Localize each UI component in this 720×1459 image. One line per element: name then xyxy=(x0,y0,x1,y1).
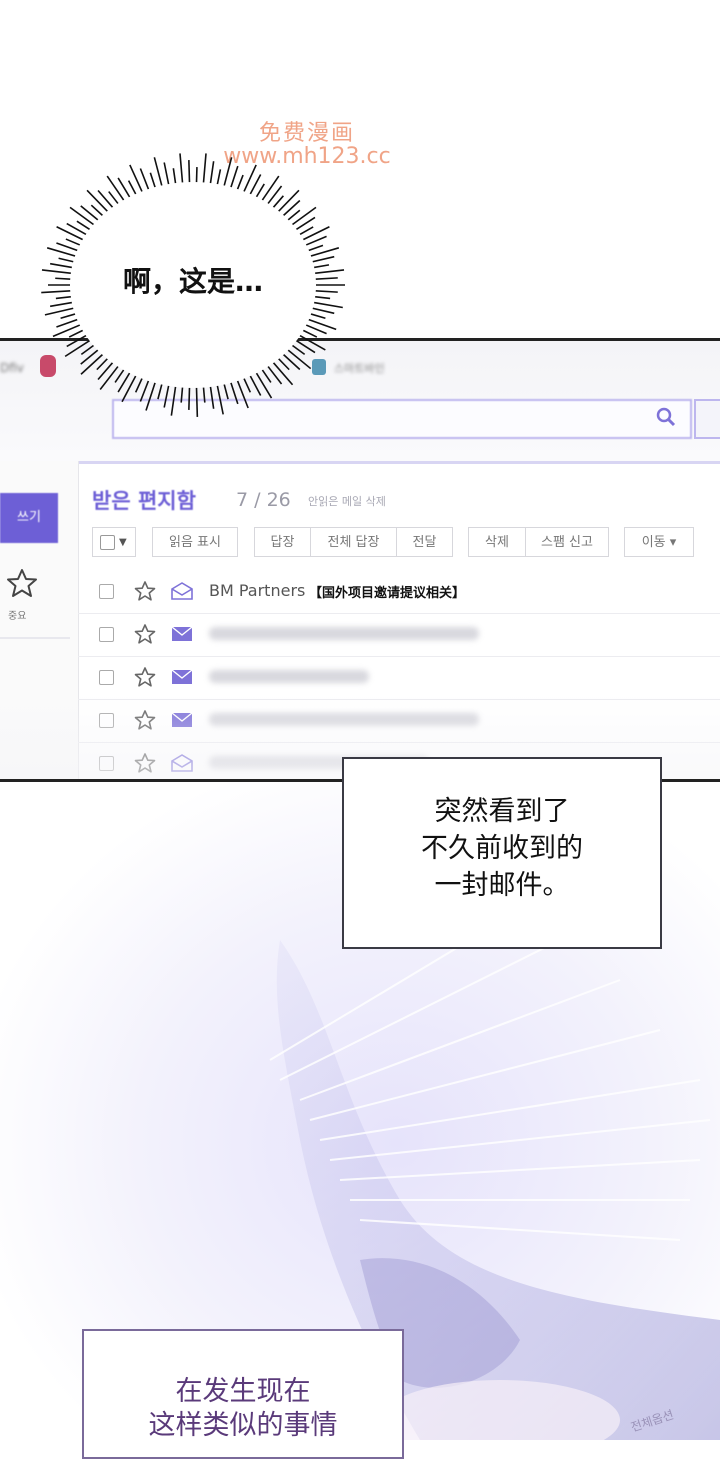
burst-ray xyxy=(56,226,86,242)
mail-subject: 【国外项目邀请提议相关】 xyxy=(309,586,466,601)
open-envelope-icon xyxy=(171,582,193,600)
burst-ray xyxy=(179,153,184,186)
burst-ray xyxy=(229,165,239,191)
burst-ray xyxy=(222,157,233,189)
burst-ray xyxy=(86,189,110,214)
burst-ray xyxy=(260,175,280,203)
checkbox-icon xyxy=(100,535,115,550)
narration-line: 在发生现在 xyxy=(175,1376,311,1407)
inbox-title: 받은 편지함 xyxy=(92,489,196,513)
burst-ray xyxy=(254,370,273,399)
burst-ray xyxy=(139,377,151,402)
narration-text: 突然看到了 不久前收到的 一封邮件。 xyxy=(344,793,660,904)
burst-ray xyxy=(80,352,106,375)
important-star-icon[interactable] xyxy=(6,567,38,599)
burst-ray xyxy=(280,199,301,218)
burst-ray xyxy=(64,338,93,358)
star-icon[interactable] xyxy=(134,623,156,645)
important-label: 중요 xyxy=(8,611,27,622)
burst-ray xyxy=(289,206,317,227)
burst-ray xyxy=(97,190,116,210)
burst-ray xyxy=(139,168,151,193)
burst-ray xyxy=(202,153,207,186)
chevron-down-icon: ▼ xyxy=(119,537,127,548)
burst-ray xyxy=(49,301,75,308)
narration-line: 一封邮件。 xyxy=(434,870,570,901)
burst-ray xyxy=(280,352,301,371)
delete-button[interactable]: 삭제 xyxy=(468,527,526,557)
star-icon[interactable] xyxy=(134,666,156,688)
burst-ray xyxy=(285,347,312,370)
burst-ray xyxy=(265,363,283,385)
burst-ray xyxy=(293,216,316,232)
inbox-count: 7 / 26 xyxy=(236,489,291,511)
burst-ray xyxy=(300,226,330,242)
burst-ray xyxy=(80,205,101,223)
delete-unread-link[interactable]: 안읽은 메일 삭제 xyxy=(308,493,386,509)
burst-ray xyxy=(153,157,164,189)
burst-ray xyxy=(216,382,224,415)
envelope-icon xyxy=(171,626,193,641)
burst-ray xyxy=(80,347,101,365)
burst-ray xyxy=(209,161,215,187)
burst-ray xyxy=(270,360,294,386)
burst-ray xyxy=(229,379,239,405)
burst-ray xyxy=(44,306,77,316)
mark-read-button[interactable]: 읽음 표시 xyxy=(152,527,238,557)
search-icon[interactable] xyxy=(656,407,676,427)
watermark-title: 免费漫画 xyxy=(258,121,355,146)
burst-ray xyxy=(163,162,170,188)
narration-line: 突然看到了 xyxy=(434,796,570,827)
mail-sender: BM Partners xyxy=(209,581,306,600)
blurred-subject xyxy=(209,627,479,640)
mail-row[interactable]: BM Partners 【国外项目邀请提议相关】 xyxy=(78,570,720,614)
burst-ray xyxy=(163,382,170,408)
spam-report-button[interactable]: 스팸 신고 xyxy=(525,527,609,557)
burst-ray xyxy=(170,383,177,416)
burst-ray xyxy=(69,206,97,227)
reply-button[interactable]: 답장 xyxy=(254,527,311,557)
star-icon[interactable] xyxy=(134,580,156,602)
burst-ray xyxy=(265,185,283,207)
burst-ray xyxy=(242,164,257,195)
bubble-text: 啊，这是… xyxy=(122,265,263,298)
reply-all-button[interactable]: 전체 답장 xyxy=(310,527,397,557)
envelope-icon xyxy=(171,669,193,684)
burst-ray xyxy=(188,160,191,186)
forward-button[interactable]: 전달 xyxy=(396,527,453,557)
burst-ray xyxy=(106,175,126,203)
burst-ray xyxy=(209,383,215,409)
row-checkbox[interactable] xyxy=(99,670,114,685)
burst-ray xyxy=(97,360,116,380)
sidebar-divider xyxy=(0,637,70,639)
blurred-subject xyxy=(209,670,369,683)
burst-ray xyxy=(188,384,191,410)
burst-ray xyxy=(195,384,199,417)
narration-text: 在发生现在 这样类似的事情 xyxy=(84,1375,402,1443)
write-mail-button[interactable]: 쓰기 xyxy=(0,493,58,543)
search-button[interactable] xyxy=(694,399,720,439)
burst-ray xyxy=(99,363,121,391)
burst-ray xyxy=(276,189,300,214)
mail-row[interactable] xyxy=(78,613,720,657)
burst-ray xyxy=(52,323,83,338)
speech-bubble: 啊，这是… xyxy=(38,150,348,420)
move-dropdown[interactable]: 이동 ▾ xyxy=(624,527,694,557)
narration-box: 突然看到了 不久前收到的 一封邮件。 xyxy=(342,757,662,949)
select-all-checkbox[interactable]: ▼ xyxy=(92,527,136,557)
burst-ray xyxy=(293,338,316,354)
burst-ray xyxy=(297,333,326,351)
row-checkbox[interactable] xyxy=(99,627,114,642)
burst-ray xyxy=(121,373,138,403)
row-checkbox[interactable] xyxy=(99,584,114,599)
narration-line: 不久前收到的 xyxy=(421,833,583,864)
burst-ray xyxy=(311,301,343,309)
burst-ray xyxy=(309,306,335,315)
topbar-logo-text: Dfiv xyxy=(0,361,24,375)
narration-line: 这样类似的事情 xyxy=(148,1410,338,1441)
